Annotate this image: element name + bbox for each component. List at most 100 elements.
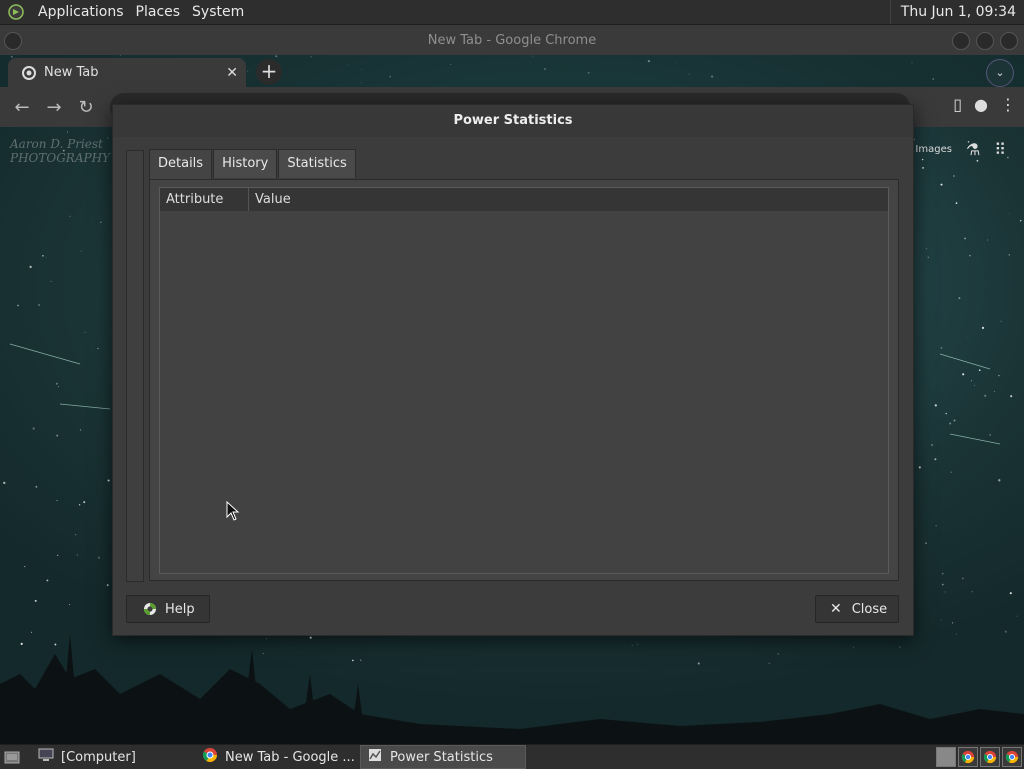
side-panel-icon[interactable]: ▯ [953, 95, 962, 114]
menu-places[interactable]: Places [130, 4, 187, 20]
star [29, 265, 32, 269]
window-menu-icon[interactable] [4, 32, 22, 50]
dialog-title[interactable]: Power Statistics [113, 105, 913, 137]
chrome-logo-icon [1005, 750, 1019, 764]
star [84, 331, 86, 333]
star [931, 444, 933, 446]
images-link[interactable]: Images [915, 144, 952, 155]
workspace-2[interactable] [958, 747, 978, 767]
new-tab-button[interactable]: + [256, 59, 282, 85]
star [80, 250, 82, 252]
panel-clock[interactable]: Thu Jun 1, 09:34 [889, 0, 1024, 24]
help-label: Help [165, 601, 195, 617]
star [58, 386, 59, 388]
meteor-streak [939, 353, 991, 370]
star [56, 434, 59, 437]
star [953, 175, 955, 177]
device-list-pane[interactable] [126, 150, 144, 582]
forward-arrow-icon[interactable]: → [38, 97, 70, 118]
column-attribute[interactable]: Attribute [160, 188, 249, 211]
star [75, 534, 77, 536]
star [981, 326, 985, 330]
star [3, 481, 6, 485]
star [962, 373, 965, 376]
star [950, 471, 952, 473]
star [34, 599, 37, 602]
star [955, 202, 958, 204]
star [17, 304, 19, 307]
tab-close-icon[interactable]: ✕ [226, 65, 238, 81]
profile-avatar-icon[interactable]: ● [974, 95, 988, 114]
workspace-3[interactable] [980, 747, 1000, 767]
star [989, 434, 992, 436]
column-value[interactable]: Value [249, 188, 888, 211]
close-label: Close [851, 601, 888, 617]
star [1008, 213, 1010, 215]
power-statistics-icon [367, 747, 383, 767]
task-label: [Computer] [61, 749, 136, 765]
details-table[interactable]: Attribute Value [159, 187, 889, 574]
close-button[interactable]: ✕ Close [815, 595, 899, 623]
ntp-links: Images ⚗ ⠿ [915, 140, 1006, 159]
star [918, 466, 921, 469]
show-desktop-icon[interactable] [0, 746, 30, 768]
star [921, 158, 924, 161]
workspace-4[interactable] [1002, 747, 1022, 767]
star [942, 573, 944, 575]
star [966, 336, 968, 338]
tab-bar: Details History Statistics [149, 149, 357, 180]
star [1019, 219, 1022, 222]
star [1000, 320, 1002, 322]
maximize-icon[interactable] [976, 32, 994, 50]
tab-search-chevron-icon[interactable]: ⌄ [986, 59, 1014, 87]
task-power-statistics[interactable]: Power Statistics [360, 745, 526, 769]
star [1008, 254, 1010, 256]
star [925, 248, 928, 250]
star [69, 215, 71, 217]
star [57, 554, 59, 556]
star [56, 500, 58, 502]
menu-applications[interactable]: Applications [32, 4, 130, 20]
star [24, 566, 26, 568]
workspace-1[interactable] [936, 747, 956, 767]
star [76, 554, 78, 556]
star [935, 525, 937, 527]
meteor-streak [59, 403, 111, 410]
workspace-switcher [936, 747, 1022, 767]
help-button[interactable]: Help [126, 595, 210, 623]
star [1009, 592, 1012, 595]
tab-history[interactable]: History [213, 149, 278, 178]
chrome-titlebar: New Tab - Google Chrome [0, 25, 1024, 55]
top-panel: Applications Places System Thu Jun 1, 09… [0, 0, 1024, 25]
back-arrow-icon[interactable]: ← [6, 97, 38, 118]
apps-grid-icon[interactable]: ⠿ [994, 140, 1006, 159]
star [940, 183, 943, 186]
meteor-streak [9, 343, 81, 365]
menu-system[interactable]: System [186, 4, 250, 20]
task-chrome[interactable]: New Tab - Google ... [196, 746, 358, 768]
task-computer[interactable]: [Computer] [32, 746, 194, 768]
star [958, 297, 961, 300]
chrome-logo-icon [202, 747, 218, 767]
chrome-tab-new-tab[interactable]: New Tab ✕ [8, 58, 246, 87]
reload-icon[interactable]: ↻ [70, 97, 102, 118]
meteor-streak [949, 433, 1001, 445]
chrome-logo-icon [961, 750, 975, 764]
tab-details[interactable]: Details [149, 149, 213, 180]
tab-statistics[interactable]: Statistics [278, 149, 356, 178]
distro-logo-icon[interactable] [8, 4, 24, 20]
star [45, 256, 47, 258]
star [78, 504, 81, 506]
star [978, 369, 981, 372]
star [998, 374, 1000, 377]
table-header: Attribute Value [160, 188, 888, 211]
star [46, 579, 49, 582]
star [940, 346, 943, 349]
chrome-menu-icon[interactable]: ⋮ [1000, 95, 1016, 114]
star [55, 382, 58, 385]
labs-flask-icon[interactable]: ⚗ [966, 140, 980, 159]
minimize-icon[interactable] [952, 32, 970, 50]
star [97, 347, 99, 349]
close-window-icon[interactable] [1000, 32, 1018, 50]
star [987, 239, 989, 241]
